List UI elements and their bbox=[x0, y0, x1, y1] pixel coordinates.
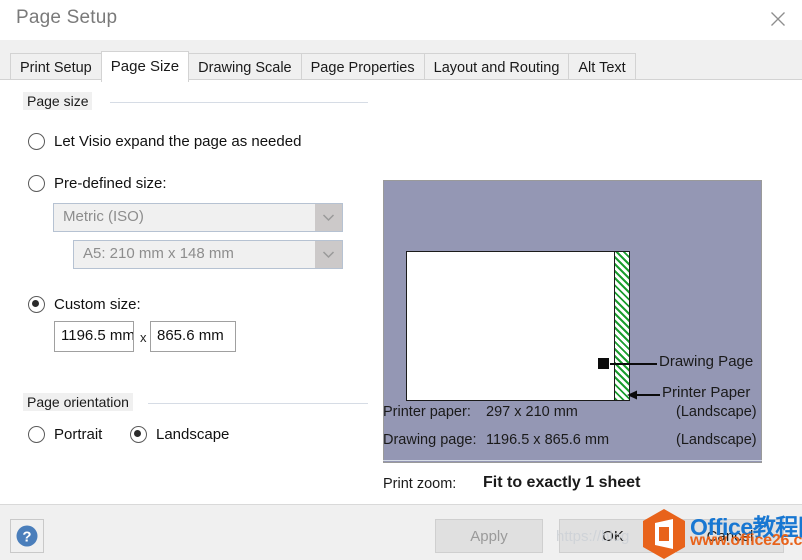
custom-height-input[interactable]: 865.6 mm bbox=[150, 321, 236, 352]
close-button[interactable] bbox=[756, 0, 802, 38]
apply-button[interactable]: Apply bbox=[435, 519, 543, 553]
preview-drawing-page-rect bbox=[406, 251, 616, 401]
custom-width-input[interactable]: 1196.5 mm bbox=[54, 321, 134, 352]
predefined-standard-dropdown-button[interactable] bbox=[315, 204, 342, 231]
info-divider bbox=[383, 460, 762, 461]
help-button[interactable]: ? bbox=[10, 519, 44, 553]
chevron-down-icon bbox=[322, 251, 335, 259]
drawing-page-info-orientation: (Landscape) bbox=[676, 432, 757, 448]
predefined-standard-value: Metric (ISO) bbox=[63, 208, 144, 225]
radio-portrait-indicator bbox=[28, 426, 45, 443]
page-title: Page Setup bbox=[16, 7, 118, 28]
printer-paper-info-orientation: (Landscape) bbox=[676, 404, 757, 420]
chevron-down-icon bbox=[322, 214, 335, 222]
svg-text:?: ? bbox=[22, 529, 31, 546]
help-icon: ? bbox=[16, 525, 38, 547]
dimension-separator: x bbox=[140, 330, 147, 345]
page-orientation-group-rule bbox=[148, 403, 368, 404]
dialog-body: Page size Let Visio expand the page as n… bbox=[0, 79, 802, 505]
preview-label-printer-paper: Printer Paper bbox=[662, 384, 751, 401]
page-size-group-label: Page size bbox=[23, 92, 93, 110]
radio-landscape[interactable]: Landscape bbox=[130, 426, 229, 443]
custom-width-value: 1196.5 mm bbox=[61, 327, 134, 344]
radio-let-visio-expand[interactable]: Let Visio expand the page as needed bbox=[28, 133, 301, 150]
tab-layout-and-routing[interactable]: Layout and Routing bbox=[423, 53, 570, 82]
tab-strip: Print Setup Page Size Drawing Scale Page… bbox=[0, 40, 802, 82]
drawing-page-leader-line bbox=[610, 363, 657, 365]
radio-landscape-label: Landscape bbox=[156, 426, 230, 443]
radio-landscape-indicator bbox=[130, 426, 147, 443]
preview-selection-handle[interactable] bbox=[598, 358, 609, 369]
predefined-paper-value: A5: 210 mm x 148 mm bbox=[83, 245, 234, 262]
custom-height-value: 865.6 mm bbox=[157, 327, 224, 344]
printer-paper-info-value: 297 x 210 mm bbox=[486, 404, 578, 420]
ok-button[interactable]: OK bbox=[559, 519, 667, 553]
radio-let-visio-expand-indicator bbox=[28, 133, 45, 150]
cancel-button[interactable]: Cancel bbox=[676, 519, 784, 553]
dialog-footer: ? Apply OK Cancel bbox=[0, 504, 802, 560]
page-size-group-rule bbox=[110, 102, 368, 103]
predefined-paper-dropdown[interactable]: A5: 210 mm x 148 mm bbox=[73, 240, 343, 269]
predefined-paper-dropdown-button[interactable] bbox=[315, 241, 342, 268]
tab-drawing-scale[interactable]: Drawing Scale bbox=[188, 53, 302, 82]
tab-alt-text[interactable]: Alt Text bbox=[568, 53, 636, 82]
tab-page-properties[interactable]: Page Properties bbox=[300, 53, 425, 82]
preview-printer-paper-strip bbox=[614, 251, 630, 401]
radio-pre-defined-size-indicator bbox=[28, 175, 45, 192]
tab-print-setup[interactable]: Print Setup bbox=[10, 53, 102, 82]
print-zoom-value: Fit to exactly 1 sheet bbox=[483, 474, 641, 491]
title-bar: Page Setup bbox=[0, 0, 802, 40]
page-orientation-group-label: Page orientation bbox=[23, 393, 133, 411]
radio-custom-size[interactable]: Custom size: bbox=[28, 296, 141, 313]
close-icon bbox=[771, 12, 785, 26]
radio-pre-defined-size[interactable]: Pre-defined size: bbox=[28, 175, 167, 192]
radio-portrait-label: Portrait bbox=[54, 426, 103, 443]
radio-pre-defined-size-label: Pre-defined size: bbox=[54, 175, 167, 192]
printer-paper-arrow-icon bbox=[627, 390, 637, 400]
preview-label-drawing-page: Drawing Page bbox=[659, 353, 754, 370]
printer-paper-info-label: Printer paper: bbox=[383, 404, 471, 420]
radio-custom-size-indicator bbox=[28, 296, 45, 313]
page-preview: Drawing Page Printer Paper bbox=[383, 180, 762, 463]
radio-portrait[interactable]: Portrait bbox=[28, 426, 102, 443]
radio-custom-size-label: Custom size: bbox=[54, 296, 141, 313]
drawing-page-info-value: 1196.5 x 865.6 mm bbox=[486, 432, 610, 448]
drawing-page-info-label: Drawing page: bbox=[383, 432, 477, 448]
print-zoom-label: Print zoom: bbox=[383, 476, 457, 492]
tab-page-size[interactable]: Page Size bbox=[100, 51, 190, 82]
radio-let-visio-expand-label: Let Visio expand the page as needed bbox=[54, 133, 302, 150]
predefined-standard-dropdown[interactable]: Metric (ISO) bbox=[53, 203, 343, 232]
